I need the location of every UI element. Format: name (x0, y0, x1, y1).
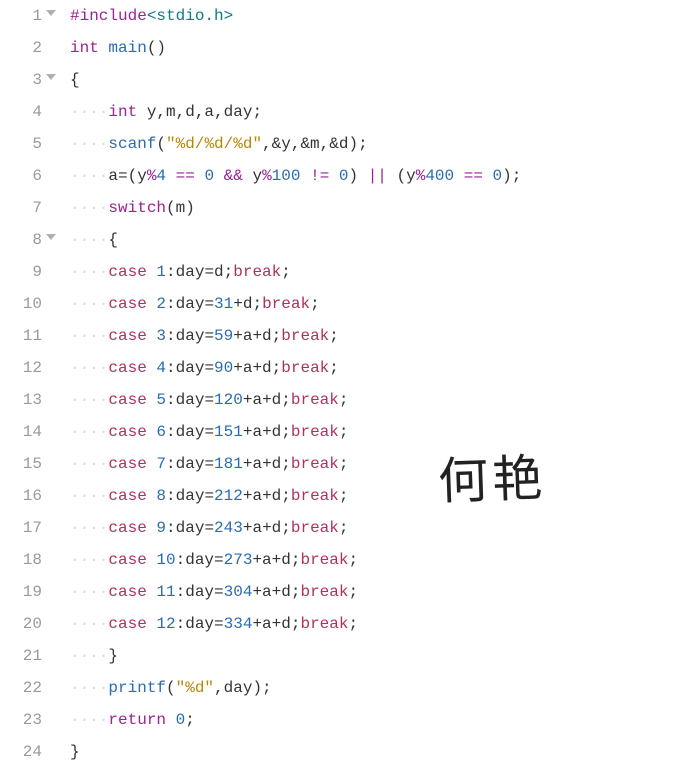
code-line[interactable]: ····case 2:day=31+d;break; (70, 288, 688, 320)
code-line[interactable]: ····case 11:day=304+a+d;break; (70, 576, 688, 608)
code-area[interactable]: #include<stdio.h> int main() { ····int y… (48, 0, 688, 780)
code-line[interactable]: ····case 3:day=59+a+d;break; (70, 320, 688, 352)
code-line[interactable]: ····case 9:day=243+a+d;break; (70, 512, 688, 544)
line-number-gutter: 123456789101112131415161718192021222324 (0, 0, 48, 780)
code-line[interactable]: #include<stdio.h> (70, 0, 688, 32)
line-number: 16 (0, 480, 42, 512)
include-path: <stdio.h> (147, 7, 233, 25)
line-number: 10 (0, 288, 42, 320)
code-line[interactable]: ····case 8:day=212+a+d;break; (70, 480, 688, 512)
line-number: 8 (0, 224, 42, 256)
code-line[interactable]: ····printf("%d",day); (70, 672, 688, 704)
code-line[interactable]: ····case 6:day=151+a+d;break; (70, 416, 688, 448)
code-line[interactable]: ····case 4:day=90+a+d;break; (70, 352, 688, 384)
code-line[interactable]: ····case 12:day=334+a+d;break; (70, 608, 688, 640)
code-line[interactable]: ····{ (70, 224, 688, 256)
code-line[interactable]: ····case 7:day=181+a+d;break; (70, 448, 688, 480)
code-line[interactable]: ····switch(m) (70, 192, 688, 224)
preprocessor: #include (70, 7, 147, 25)
string-literal: "%d/%d/%d" (166, 135, 262, 153)
line-number: 21 (0, 640, 42, 672)
code-line[interactable]: ····return 0; (70, 704, 688, 736)
code-line[interactable]: ····case 10:day=273+a+d;break; (70, 544, 688, 576)
code-line[interactable]: ····scanf("%d/%d/%d",&y,&m,&d); (70, 128, 688, 160)
line-number: 1 (0, 0, 42, 32)
code-line[interactable]: ····int y,m,d,a,day; (70, 96, 688, 128)
function-name: main (108, 39, 146, 57)
line-number: 15 (0, 448, 42, 480)
code-editor[interactable]: 123456789101112131415161718192021222324 … (0, 0, 688, 780)
type-kw: int (70, 39, 99, 57)
line-number: 9 (0, 256, 42, 288)
code-line[interactable]: } (70, 736, 688, 768)
line-number: 2 (0, 32, 42, 64)
line-number: 18 (0, 544, 42, 576)
code-line[interactable]: ····case 1:day=d;break; (70, 256, 688, 288)
line-number: 22 (0, 672, 42, 704)
line-number: 19 (0, 576, 42, 608)
line-number: 12 (0, 352, 42, 384)
line-number: 6 (0, 160, 42, 192)
line-number: 17 (0, 512, 42, 544)
line-number: 7 (0, 192, 42, 224)
line-number: 4 (0, 96, 42, 128)
code-line[interactable]: ····a=(y%4 == 0 && y%100 != 0) || (y%400… (70, 160, 688, 192)
line-number: 3 (0, 64, 42, 96)
line-number: 5 (0, 128, 42, 160)
line-number: 13 (0, 384, 42, 416)
line-number: 20 (0, 608, 42, 640)
code-line[interactable]: ····case 5:day=120+a+d;break; (70, 384, 688, 416)
fold-icon[interactable] (46, 10, 56, 16)
fold-icon[interactable] (46, 74, 56, 80)
code-line[interactable]: { (70, 64, 688, 96)
line-number: 11 (0, 320, 42, 352)
code-line[interactable]: int main() (70, 32, 688, 64)
line-number: 24 (0, 736, 42, 768)
fold-icon[interactable] (46, 234, 56, 240)
code-line[interactable]: ····} (70, 640, 688, 672)
line-number: 14 (0, 416, 42, 448)
indent-guide: ···· (70, 103, 108, 121)
line-number: 23 (0, 704, 42, 736)
